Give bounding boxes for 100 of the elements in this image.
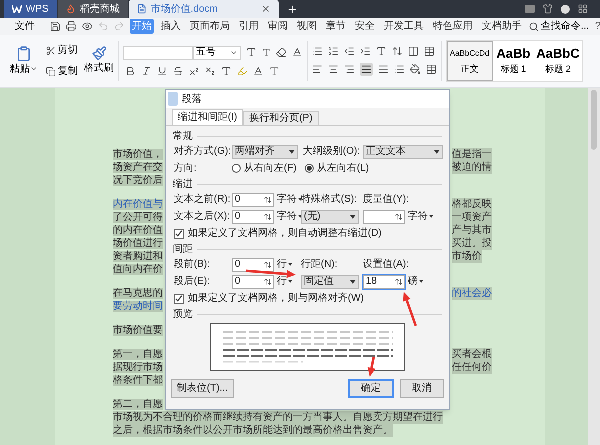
- scissors-icon[interactable]: [46, 46, 56, 56]
- space-before-field[interactable]: 0: [232, 258, 274, 272]
- menu-tab[interactable]: 页面布局: [188, 19, 232, 34]
- document-text-fragment: 市场价值，: [113, 149, 163, 160]
- align-left-icon[interactable]: [312, 64, 323, 75]
- checkbox[interactable]: [174, 228, 184, 238]
- menu-tab[interactable]: 章节: [324, 19, 348, 34]
- menu-tab[interactable]: 安全: [353, 19, 377, 34]
- subscript-icon[interactable]: [205, 66, 216, 76]
- spinner-icon[interactable]: [264, 278, 272, 286]
- unit-dropdown[interactable]: 行: [277, 257, 293, 272]
- strikethrough-icon[interactable]: [173, 66, 184, 76]
- ok-button[interactable]: 确定: [348, 379, 394, 398]
- tab-stops-button[interactable]: 制表位(T)...: [171, 379, 234, 398]
- menu-tab[interactable]: 特色应用: [431, 19, 475, 34]
- spinner-icon[interactable]: [395, 278, 403, 286]
- radio-button[interactable]: [232, 164, 241, 173]
- bold-icon[interactable]: [125, 66, 136, 76]
- style-item[interactable]: AaBb 标题 1: [494, 41, 533, 81]
- space-after-field[interactable]: 0: [232, 274, 274, 288]
- paintbrush-icon[interactable]: [92, 46, 106, 61]
- indent-icon[interactable]: [360, 46, 371, 57]
- shirt-icon[interactable]: [543, 4, 553, 14]
- dialog-tab[interactable]: 换行和分页(P): [243, 111, 319, 125]
- document-icon: [136, 4, 147, 14]
- distribute-icon[interactable]: [378, 64, 389, 75]
- dropdown[interactable]: (无): [301, 210, 359, 224]
- checkbox-label: 如果定义了文档网格，则与网格对齐(W): [188, 292, 364, 306]
- field-label: 对齐方式(G):: [174, 144, 232, 159]
- document-text-fragment: 的内在价值: [113, 225, 163, 236]
- checkbox[interactable]: [174, 294, 184, 304]
- menu-tab[interactable]: 文档助手: [480, 19, 524, 34]
- copy-button[interactable]: 复制: [58, 64, 78, 79]
- justify-icon: [361, 64, 372, 75]
- grow-font-icon[interactable]: [246, 47, 257, 58]
- unit-dropdown[interactable]: 字符: [408, 209, 434, 224]
- style-item[interactable]: AaBbCcDd 正文: [447, 41, 493, 81]
- menu-tab[interactable]: 视图: [295, 19, 319, 34]
- numbered-list-icon[interactable]: [328, 46, 339, 57]
- print-icon[interactable]: [66, 21, 77, 32]
- menu-tab[interactable]: 开发工具: [382, 19, 426, 34]
- unit-dropdown[interactable]: 行: [277, 274, 293, 289]
- cancel-button[interactable]: 取消: [400, 379, 444, 398]
- set-value-field[interactable]: 18: [363, 274, 405, 288]
- font-color-icon[interactable]: [253, 66, 264, 76]
- columns-icon[interactable]: [408, 46, 419, 57]
- style-item[interactable]: AaBbC 标题 2: [534, 41, 582, 81]
- justify-button[interactable]: [360, 63, 373, 76]
- section-heading: 常规: [173, 130, 193, 144]
- indent-before-field[interactable]: 0: [232, 192, 274, 206]
- caret-icon: [434, 150, 440, 154]
- spinner-icon[interactable]: [264, 212, 272, 220]
- font-size-dropdown[interactable]: 五号: [193, 46, 241, 60]
- preview-icon[interactable]: [82, 21, 93, 32]
- copy-icon[interactable]: [46, 66, 56, 76]
- format-painter-button[interactable]: 格式刷: [84, 61, 114, 76]
- dialog-tab[interactable]: 缩进和间距(I): [172, 109, 244, 125]
- menu-tab[interactable]: 插入: [159, 19, 183, 34]
- sort-icon[interactable]: [392, 46, 403, 57]
- underline-icon[interactable]: [157, 66, 168, 76]
- italic-icon[interactable]: [141, 66, 152, 76]
- shrink-font-icon[interactable]: [262, 48, 271, 57]
- menu-tab[interactable]: 引用: [237, 19, 261, 34]
- menu-icon[interactable]: [578, 4, 588, 14]
- spinner-icon[interactable]: [395, 212, 403, 220]
- superscript-icon[interactable]: [189, 66, 200, 76]
- outdent-icon[interactable]: [344, 46, 355, 57]
- cut-button[interactable]: 剪切: [58, 43, 78, 58]
- avatar-icon[interactable]: [561, 4, 570, 14]
- paint-bucket-icon[interactable]: [410, 64, 421, 75]
- caret-icon: [350, 280, 356, 284]
- spinner-icon[interactable]: [264, 196, 272, 204]
- new-tab-icon[interactable]: [286, 4, 298, 15]
- dropdown[interactable]: 固定值: [301, 274, 359, 288]
- document-text-fragment: 产与其市: [452, 224, 492, 237]
- align-center-icon[interactable]: [328, 64, 339, 75]
- align-right-icon[interactable]: [344, 64, 355, 75]
- table-icon[interactable]: [424, 46, 435, 57]
- document-text-fragment: 被迫的情: [452, 161, 492, 174]
- document-tab[interactable]: WPS: [4, 0, 57, 18]
- measure-field[interactable]: [363, 210, 405, 224]
- file-menu[interactable]: 文件: [15, 19, 35, 34]
- document-tab[interactable]: 稻壳商城: [58, 0, 128, 18]
- document-tab[interactable]: 市场价值.docm: [128, 0, 279, 18]
- paste-button[interactable]: 粘贴: [10, 62, 38, 76]
- menu-tab[interactable]: 审阅: [266, 19, 290, 34]
- radio-button[interactable]: [305, 164, 314, 173]
- logo-icon: [12, 5, 22, 13]
- font-name-field[interactable]: [123, 46, 193, 60]
- save-icon[interactable]: [50, 21, 61, 32]
- spinner-icon[interactable]: [264, 260, 272, 268]
- paste-icon[interactable]: [16, 46, 32, 62]
- close-icon[interactable]: [260, 4, 271, 14]
- dropdown[interactable]: 正文文本: [363, 144, 443, 158]
- eraser-icon[interactable]: [276, 47, 287, 58]
- dropdown[interactable]: 两端对齐: [232, 144, 298, 158]
- unit-dropdown[interactable]: 磅: [408, 274, 424, 289]
- indent-after-field[interactable]: 0: [232, 210, 274, 224]
- command-search[interactable]: 查找命令...: [541, 19, 590, 34]
- scrollbar[interactable]: [588, 88, 600, 445]
